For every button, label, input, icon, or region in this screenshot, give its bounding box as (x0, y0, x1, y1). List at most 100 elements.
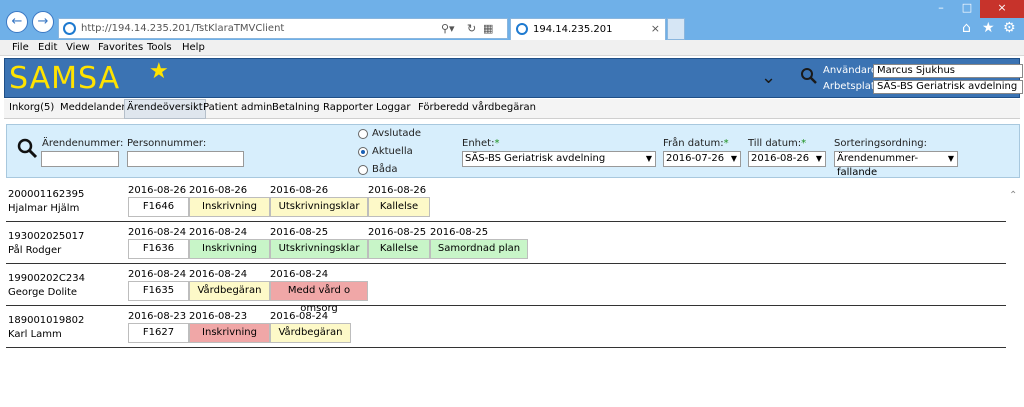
compat-icon[interactable]: ▦ (483, 22, 493, 35)
step-date: 2016-08-26 (128, 185, 187, 196)
star-icon[interactable]: ★ (149, 59, 169, 84)
person-id: 193002025017 (8, 231, 85, 242)
app-logo: SAMSA (9, 61, 121, 96)
menu-file[interactable]: File (12, 42, 29, 53)
step-date: 2016-08-24 (189, 227, 248, 238)
browser-chrome: ← → http://194.14.235.201/TstKlaraTMVCli… (0, 0, 1024, 40)
case-number-box[interactable]: F1636 (128, 239, 189, 259)
tab-rapporter[interactable]: Rapporter (323, 102, 373, 113)
step-date: 2016-08-25 (368, 227, 427, 238)
forward-icon[interactable]: → (32, 11, 54, 33)
sort-label: Sorteringsordning: (834, 138, 928, 149)
home-icon[interactable]: ⌂ (962, 20, 971, 36)
step-date: 2016-08-25 (430, 227, 489, 238)
status-step-box[interactable]: Utskrivningsklar (270, 197, 368, 217)
tab-patient-admin[interactable]: Patient admin (203, 102, 272, 113)
ie-icon (63, 22, 76, 35)
filter-panel: Ärendenummer: Personnummer: Avslutade Ak… (6, 124, 1020, 178)
status-step-box[interactable]: Kallelse (368, 197, 430, 217)
status-step-box[interactable]: Medd vård o omsorg (270, 281, 368, 314)
step-date: 2016-08-24 (128, 227, 187, 238)
unit-value: SÄS-BS Geriatrisk avdelning (465, 153, 606, 164)
personal-number-label: Personnummer: (127, 138, 207, 149)
settings-gear-icon[interactable]: ⚙ (1003, 20, 1016, 36)
step-date: 2016-08-24 (270, 269, 329, 280)
to-date-select[interactable]: 2016-08-26 ▼ (748, 151, 826, 167)
chevron-down-icon: ▼ (815, 154, 822, 163)
tab-forberedd-vardbegaran[interactable]: Förberedd vårdbegäran (418, 102, 536, 113)
tab-arendeoversikt[interactable]: Ärendeöversikt (124, 99, 206, 119)
maximize-icon[interactable]: □ (954, 0, 980, 18)
personal-number-input[interactable] (127, 151, 244, 167)
status-step-box[interactable]: Vårdbegäran (189, 281, 270, 301)
case-row[interactable]: 189001019802 Karl Lamm 2016-08-23 F1627 2016… (6, 306, 1006, 348)
menu-edit[interactable]: Edit (38, 42, 57, 53)
step-date: 2016-08-24 (128, 269, 187, 280)
workplace-field[interactable]: SÄS-BS Geriatrisk avdelning (873, 80, 1023, 94)
new-tab-button[interactable] (667, 18, 685, 40)
case-number-input[interactable] (41, 151, 119, 167)
menu-view[interactable]: View (66, 42, 90, 53)
case-row[interactable]: 193002025017 Pål Rodger 2016-08-24 F1636 201… (6, 222, 1006, 264)
person-id: 19900202C234 (8, 273, 85, 284)
case-row[interactable]: 200001162395 Hjalmar Hjälm 2016-08-26 F1646… (6, 180, 1006, 222)
radio-avslutade[interactable] (358, 129, 368, 139)
refresh-icon[interactable]: ↻ (467, 22, 476, 35)
search-icon[interactable] (16, 137, 38, 159)
radio-avslutade-label: Avslutade (372, 128, 422, 139)
menu-help[interactable]: Help (182, 42, 205, 53)
status-step-box[interactable]: Inskrivning (189, 197, 270, 217)
patient-name: George Dolite (8, 287, 78, 298)
menu-tools[interactable]: Tools (147, 42, 172, 53)
address-bar[interactable]: http://194.14.235.201/TstKlaraTMVClient … (58, 18, 508, 39)
from-date-select[interactable]: 2016-07-26 ▼ (663, 151, 741, 167)
case-number-box[interactable]: F1627 (128, 323, 189, 343)
status-step-box[interactable]: Samordnad plan (430, 239, 528, 259)
unit-select[interactable]: SÄS-BS Geriatrisk avdelning ▼ (462, 151, 656, 167)
tab-betalning[interactable]: Betalning (272, 102, 320, 113)
chevron-down-icon: ▼ (645, 154, 652, 163)
close-tab-icon[interactable]: × (651, 22, 660, 35)
status-step-box[interactable]: Inskrivning (189, 323, 270, 343)
sort-select[interactable]: Ärendenummer-fallande ▼ (834, 151, 958, 178)
close-window-icon[interactable]: × (980, 0, 1024, 18)
search-dropdown-icon[interactable]: ⚲▾ (441, 22, 455, 35)
step-date: 2016-08-24 (270, 311, 329, 322)
case-number-box[interactable]: F1646 (128, 197, 189, 217)
browser-tab[interactable]: 194.14.235.201 × (510, 18, 666, 40)
status-step-box[interactable]: Inskrivning (189, 239, 270, 259)
radio-bada[interactable] (358, 165, 368, 175)
step-date: 2016-08-26 (368, 185, 427, 196)
unit-label: Enhet:* (462, 138, 500, 149)
chevron-down-icon: ▼ (947, 154, 954, 163)
chevron-down-icon: ▼ (730, 154, 737, 163)
status-step-box[interactable]: Kallelse (368, 239, 430, 259)
to-date-value: 2016-08-26 (751, 153, 810, 164)
radio-aktuella[interactable] (358, 147, 368, 157)
address-url: http://194.14.235.201/TstKlaraTMVClient (81, 23, 285, 34)
tab-meddelanden[interactable]: Meddelanden (60, 102, 128, 113)
menu-favorites[interactable]: Favorites (98, 42, 143, 53)
case-number-box[interactable]: F1635 (128, 281, 189, 301)
search-icon[interactable] (800, 67, 818, 85)
tab-loggar[interactable]: Loggar (376, 102, 410, 113)
to-date-label: Till datum:* (748, 138, 807, 149)
favorites-star-icon[interactable]: ★ (982, 20, 995, 36)
app-header: SAMSA ★ ⌄ Användare: Arbetsplats: Marcus… (4, 58, 1023, 98)
person-id: 200001162395 (8, 189, 85, 200)
minimize-icon[interactable]: – (928, 0, 954, 18)
sort-value: Ärendenummer-fallande (837, 153, 919, 178)
patient-name: Pål Rodger (8, 245, 62, 256)
case-row[interactable]: 19900202C234 George Dolite 2016-08-24 F1635… (6, 264, 1006, 314)
scroll-up-icon[interactable]: ⌃ (1009, 190, 1017, 201)
step-date: 2016-08-25 (270, 227, 329, 238)
tab-inkorg[interactable]: Inkorg(5) (9, 102, 54, 113)
radio-aktuella-label: Aktuella (372, 146, 413, 157)
ie-icon (516, 23, 528, 35)
back-icon[interactable]: ← (6, 11, 28, 33)
status-step-box[interactable]: Vårdbegäran (270, 323, 351, 343)
chevron-down-icon[interactable]: ⌄ (761, 67, 776, 88)
step-date: 2016-08-23 (128, 311, 187, 322)
user-field[interactable]: Marcus Sjukhus (873, 64, 1023, 78)
status-step-box[interactable]: Utskrivningsklar (270, 239, 368, 259)
